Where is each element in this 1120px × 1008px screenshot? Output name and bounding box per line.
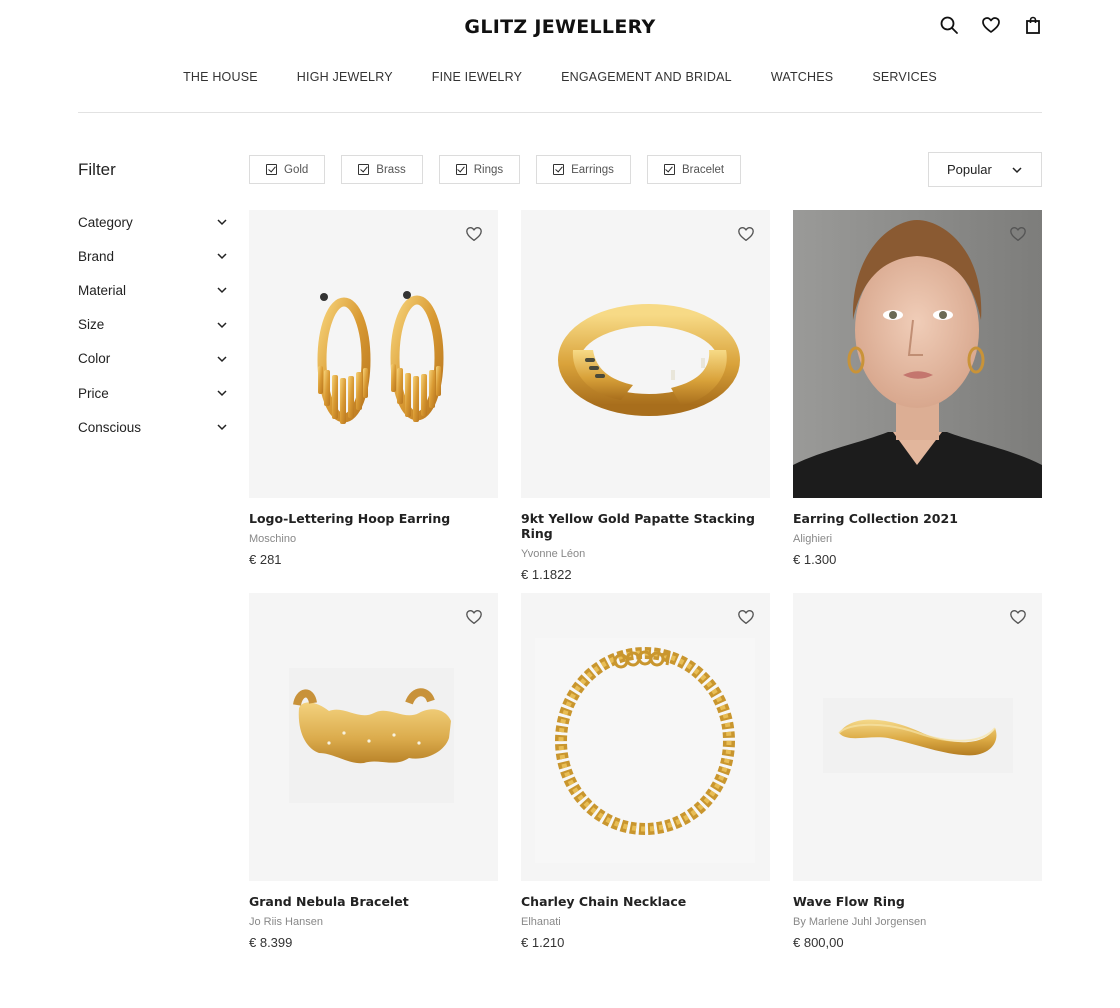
product-image[interactable]	[249, 210, 498, 498]
chip-gold[interactable]: Gold	[249, 155, 326, 184]
product-name[interactable]: Earring Collection 2021	[793, 511, 1042, 526]
heart-icon[interactable]	[737, 225, 755, 243]
nav-watches[interactable]: WATCHES	[771, 70, 834, 84]
product-name[interactable]: 9kt Yellow Gold Papatte Stacking Ring	[521, 511, 770, 541]
filter-label: Price	[78, 385, 109, 401]
checkbox-checked-icon	[358, 164, 370, 175]
product-brand: Yvonne Léon	[521, 548, 586, 560]
sort-label: Popular	[947, 162, 992, 177]
chip-label: Brass	[376, 163, 406, 176]
filter-list: Category Brand Material Size Color Price…	[78, 205, 228, 444]
product-brand: Jo Riis Hansen	[249, 916, 323, 928]
chip-rings[interactable]: Rings	[438, 155, 521, 184]
product-price: € 1.210	[521, 935, 565, 950]
nav-high-jewelry[interactable]: HIGH JEWELRY	[297, 70, 393, 84]
chevron-down-icon	[217, 287, 227, 294]
heart-icon[interactable]	[980, 14, 1002, 36]
chevron-down-icon	[217, 356, 227, 362]
product-card[interactable]: Wave Flow Ring By Marlene Juhl Jorgensen…	[793, 593, 1042, 976]
gold-hoop-earrings-image	[317, 291, 444, 424]
product-grid: Logo-Lettering Hoop Earring Moschino € 2…	[249, 210, 1042, 976]
product-image[interactable]	[793, 210, 1042, 498]
filter-label: Brand	[78, 248, 115, 264]
filter-title: Filter	[78, 160, 116, 179]
product-name[interactable]: Logo-Lettering Hoop Earring	[249, 511, 498, 526]
search-icon[interactable]	[938, 14, 960, 36]
chip-earrings[interactable]: Earrings	[536, 155, 631, 184]
product-brand: Elhanati	[521, 916, 561, 928]
heart-icon[interactable]	[465, 225, 483, 243]
chip-label: Earrings	[571, 163, 614, 176]
nav-the-house[interactable]: THE HOUSE	[183, 70, 258, 84]
chevron-down-icon	[217, 424, 227, 431]
filter-label: Category	[78, 214, 133, 230]
gold-cuff-bracelet-image	[289, 668, 454, 803]
filter-size[interactable]: Size	[78, 308, 228, 342]
nav-fine-jewelry[interactable]: FINE IEWELRY	[432, 70, 522, 84]
checkbox-checked-icon	[455, 164, 467, 175]
chip-brass[interactable]: Brass	[341, 155, 423, 184]
product-price: € 800,00	[793, 935, 844, 950]
filter-label: Material	[78, 282, 127, 298]
gold-wave-ring-image	[823, 698, 1013, 773]
nav-services[interactable]: SERVICES	[872, 70, 937, 84]
filter-conscious[interactable]: Conscious	[78, 410, 228, 444]
checkbox-checked-icon	[553, 164, 565, 175]
product-brand: Alighieri	[793, 533, 833, 545]
chevron-down-icon	[217, 390, 227, 397]
heart-icon[interactable]	[737, 608, 755, 626]
header-divider	[78, 112, 1042, 113]
filter-color[interactable]: Color	[78, 342, 228, 376]
product-card[interactable]: 9kt Yellow Gold Papatte Stacking Ring Yv…	[521, 210, 770, 593]
product-price: € 1.300	[793, 552, 837, 567]
chip-label: Gold	[284, 163, 309, 176]
product-price: € 281	[249, 552, 282, 567]
chevron-down-icon	[217, 219, 227, 226]
main-nav: THE HOUSE HIGH JEWELRY FINE IEWELRY ENGA…	[0, 70, 1120, 84]
product-name[interactable]: Charley Chain Necklace	[521, 894, 770, 909]
product-image[interactable]	[521, 210, 770, 498]
checkbox-checked-icon	[663, 164, 675, 175]
chip-label: Rings	[473, 163, 504, 176]
filter-material[interactable]: Material	[78, 273, 228, 307]
sort-dropdown[interactable]: Popular	[928, 152, 1042, 187]
shopping-bag-icon[interactable]	[1022, 14, 1044, 36]
product-brand: Moschino	[249, 533, 297, 545]
filter-price[interactable]: Price	[78, 376, 228, 410]
filter-label: Color	[78, 351, 111, 367]
chip-bracelet[interactable]: Bracelet	[646, 155, 742, 184]
header-actions	[938, 14, 1044, 36]
checkbox-checked-icon	[266, 164, 277, 175]
product-image[interactable]	[793, 593, 1042, 881]
active-filter-chips: Gold Brass Rings Earrings Bracelet	[249, 155, 742, 184]
product-price: € 8.399	[249, 935, 293, 950]
gold-chain-necklace-image	[535, 638, 755, 863]
product-image[interactable]	[521, 593, 770, 881]
chevron-down-icon	[217, 322, 227, 328]
chevron-down-icon	[1012, 166, 1022, 173]
nav-engagement-bridal[interactable]: ENGAGEMENT AND BRIDAL	[561, 70, 732, 84]
chevron-down-icon	[217, 253, 227, 260]
product-card[interactable]: Logo-Lettering Hoop Earring Moschino € 2…	[249, 210, 498, 593]
heart-icon[interactable]	[1009, 608, 1027, 626]
product-card[interactable]: Charley Chain Necklace Elhanati € 1.210	[521, 593, 770, 976]
product-price: € 1.1822	[521, 567, 572, 582]
product-image[interactable]	[249, 593, 498, 881]
product-card[interactable]: Earring Collection 2021 Alighieri € 1.30…	[793, 210, 1042, 593]
chip-label: Bracelet	[681, 163, 725, 176]
filter-category[interactable]: Category	[78, 205, 228, 239]
filter-label: Conscious	[78, 419, 142, 435]
product-name[interactable]: Wave Flow Ring	[793, 894, 1042, 909]
heart-icon[interactable]	[1009, 225, 1027, 243]
product-name[interactable]: Grand Nebula Bracelet	[249, 894, 498, 909]
gold-hand-ring-image	[558, 304, 740, 416]
filter-brand[interactable]: Brand	[78, 239, 228, 273]
heart-icon[interactable]	[465, 608, 483, 626]
model-portrait-image	[793, 210, 1042, 498]
product-brand: By Marlene Juhl Jorgensen	[793, 916, 927, 928]
filter-label: Size	[78, 317, 105, 333]
product-card[interactable]: Grand Nebula Bracelet Jo Riis Hansen € 8…	[249, 593, 498, 976]
